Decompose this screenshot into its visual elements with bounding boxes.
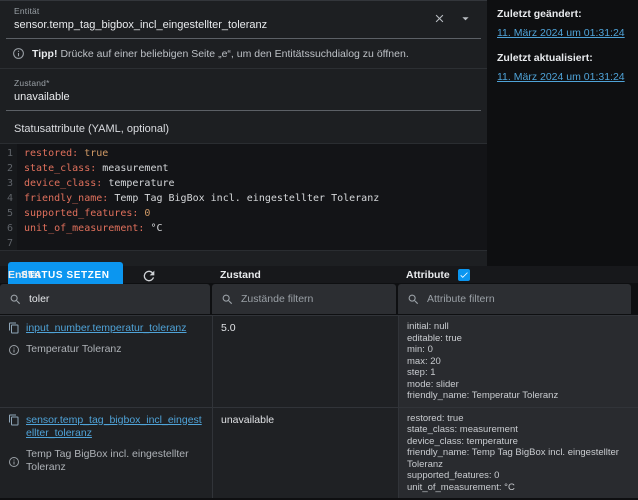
search-icon: [9, 293, 22, 306]
table-header-row: Entität Zustand Attribute: [0, 266, 638, 283]
states-table: Entität Zustand Attribute toler Zustände…: [0, 266, 638, 498]
entity-cell: sensor.temp_tag_bigbox_incl_eingestellte…: [0, 408, 212, 499]
line-number: 2: [6, 163, 13, 174]
yaml-line: 6 unit_of_measurement: °C: [0, 221, 487, 236]
entity-friendly-name-row: Temperatur Toleranz: [8, 343, 204, 357]
state-cell: 5.0: [212, 316, 398, 407]
attribute-line: step: 1: [407, 367, 436, 378]
line-number: 1: [6, 148, 13, 159]
attribute-line: state_class: measurement: [407, 424, 518, 435]
state-field-label: Zustand*: [14, 78, 50, 88]
state-filter-input[interactable]: [241, 293, 387, 305]
set-state-section: Entität sensor.temp_tag_bigbox_incl_eing…: [0, 0, 638, 289]
attributes-cell: restored: true state_class: measurement …: [398, 407, 638, 498]
last-changed-panel: Zuletzt geändert: 11. März 2024 um 01:31…: [487, 0, 638, 266]
yaml-line: 1 restored: true: [0, 146, 487, 161]
clear-icon[interactable]: [433, 12, 446, 25]
entity-cell: input_number.temperatur_toleranz Tempera…: [0, 316, 212, 407]
search-icon: [407, 293, 420, 306]
entity-friendly-name: Temperatur Toleranz: [26, 342, 122, 355]
tip-bold: Tipp!: [32, 47, 58, 60]
tip-banner: Tipp! Drücke auf einer beliebigen Seite „…: [0, 39, 487, 69]
attributes-checkbox[interactable]: [457, 268, 470, 281]
table-row: sensor.temp_tag_bigbox_incl_eingestellte…: [0, 406, 638, 499]
copy-entity-id-icon[interactable]: [8, 414, 20, 426]
last-updated-label: Zuletzt aktualisiert:: [497, 52, 593, 64]
set-state-panel: Entität sensor.temp_tag_bigbox_incl_eing…: [0, 0, 487, 289]
yaml-line: 5 supported_features: 0: [0, 206, 487, 221]
attribute-line: friendly_name: Temp Tag BigBox incl. ein…: [407, 447, 619, 470]
last-changed-label: Zuletzt geändert:: [497, 8, 582, 20]
copy-entity-id-icon[interactable]: [8, 322, 20, 334]
state-input[interactable]: Zustand* unavailable: [6, 73, 481, 111]
entity-combobox[interactable]: Entität sensor.temp_tag_bigbox_incl_eing…: [6, 1, 481, 39]
entity-friendly-name-row: Temp Tag BigBox incl. eingestellter Tole…: [8, 448, 204, 475]
entity-filter[interactable]: [0, 284, 210, 314]
yaml-line: 2 state_class: measurement: [0, 161, 487, 176]
table-row: input_number.temperatur_toleranz Tempera…: [0, 315, 638, 407]
line-number: 6: [6, 223, 13, 234]
line-number: 4: [6, 193, 13, 204]
entity-id-link[interactable]: sensor.temp_tag_bigbox_incl_eingestellte…: [26, 414, 204, 441]
info-icon: [8, 448, 20, 475]
attribute-line: supported_features: 0: [407, 470, 500, 481]
column-header-attributes[interactable]: Attribute: [398, 268, 638, 281]
line-number: 7: [6, 238, 13, 249]
table-filter-row: [0, 283, 638, 315]
attribute-line: editable: true: [407, 332, 462, 344]
attribute-line: min: 0: [407, 344, 433, 355]
attribute-line: unit_of_measurement: °C: [407, 481, 515, 493]
column-header-entity[interactable]: Entität: [0, 269, 212, 281]
attribute-line: max: 20: [407, 355, 441, 367]
tip-text: Tipp! Drücke auf einer beliebigen Seite „…: [32, 47, 409, 60]
attribute-line: restored: true: [407, 412, 464, 424]
attribute-line: friendly_name: Temperatur Toleranz: [407, 390, 559, 401]
line-number: 3: [6, 178, 13, 189]
last-changed-link[interactable]: 11. März 2024 um 01:31:24: [497, 27, 625, 39]
entity-field-icons: [433, 11, 473, 26]
info-icon: [8, 343, 20, 357]
yaml-line: 3 device_class: temperature: [0, 176, 487, 191]
state-cell: unavailable: [212, 407, 398, 498]
line-number: 5: [6, 208, 13, 219]
search-icon: [221, 293, 234, 306]
entity-id-link[interactable]: input_number.temperatur_toleranz: [26, 322, 187, 336]
entity-filter-input[interactable]: [29, 293, 201, 305]
state-filter[interactable]: [212, 284, 396, 314]
yaml-line: 7: [0, 236, 487, 251]
attributes-label: Statusattribute (YAML, optional): [14, 123, 170, 135]
attribute-line: initial: null: [407, 321, 449, 332]
attribute-line: device_class: temperature: [407, 435, 518, 447]
column-header-state[interactable]: Zustand: [212, 269, 398, 281]
entity-friendly-name: Temp Tag BigBox incl. eingestellter Tole…: [26, 447, 189, 474]
attributes-filter-input[interactable]: [427, 293, 622, 305]
last-updated-link[interactable]: 11. März 2024 um 01:31:24: [497, 71, 625, 83]
attribute-line: mode: slider: [407, 378, 459, 390]
attributes-cell: initial: null editable: true min: 0 max:…: [398, 316, 638, 407]
state-field-value[interactable]: unavailable: [14, 91, 473, 103]
chevron-down-icon[interactable]: [458, 11, 473, 26]
yaml-line: 4 friendly_name: Temp Tag BigBox incl. ei…: [0, 191, 487, 206]
entity-field-label: Entität: [14, 6, 40, 16]
entity-field-value[interactable]: sensor.temp_tag_bigbox_incl_eingestellte…: [14, 19, 473, 31]
yaml-editor[interactable]: 1 restored: true 2 state_class: measuremen…: [0, 143, 487, 251]
attributes-filter[interactable]: [398, 284, 631, 314]
info-icon: [12, 47, 25, 60]
